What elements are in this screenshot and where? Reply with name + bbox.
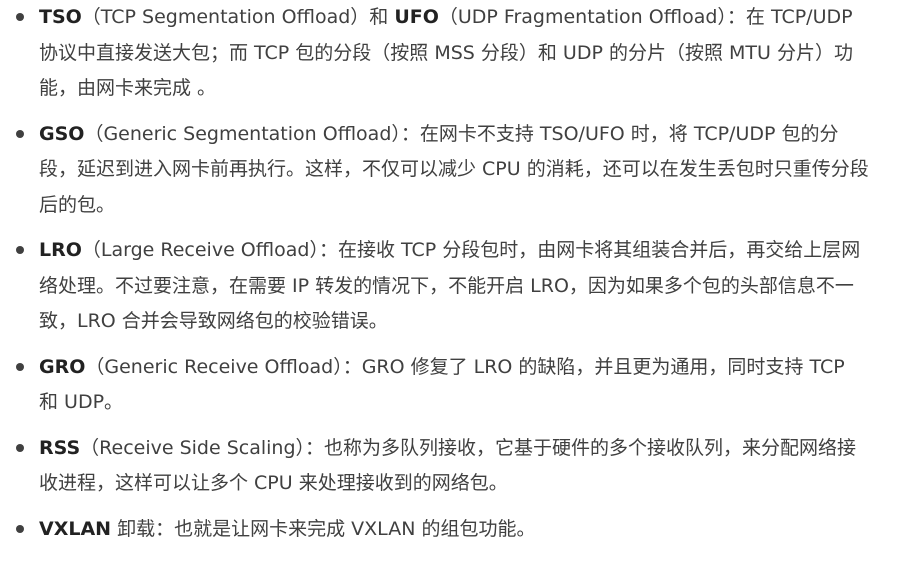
- term-gso: GSO: [39, 122, 85, 145]
- bullet-icon: [16, 362, 24, 371]
- term-gro: GRO: [39, 355, 86, 378]
- desc-gro: （Generic Receive Offload）：GRO 修复了 LRO 的缺…: [39, 355, 845, 414]
- list-item-vxlan: VXLAN 卸载：也就是让网卡来完成 VXLAN 的组包功能。: [0, 512, 897, 548]
- desc-gso: （Generic Segmentation Offload）：在网卡不支持 TS…: [39, 122, 869, 216]
- bullet-icon: [16, 246, 24, 254]
- term-tso: TSO: [39, 6, 82, 28]
- bullet-icon: [16, 13, 24, 21]
- desc-rss: （Receive Side Scaling）：也称为多队列接收，它基于硬件的多个…: [39, 436, 857, 495]
- term-ufo: UFO: [394, 6, 439, 28]
- term-lro: LRO: [39, 239, 82, 261]
- desc-vxlan: 卸载：也就是让网卡来完成 VXLAN 的组包功能。: [111, 517, 536, 540]
- desc-lro: （Large Receive Offload）：在接收 TCP 分段包时，由网卡…: [39, 239, 861, 332]
- desc-tso: （TCP Segmentation Offload）和: [81, 6, 395, 28]
- list-item-tso: TSO（TCP Segmentation Offload）和 UFO（UDP F…: [0, 0, 897, 107]
- bullet-icon: [16, 129, 24, 138]
- term-rss: RSS: [39, 436, 81, 459]
- bullet-icon: [16, 443, 24, 452]
- bullet-icon: [16, 524, 24, 533]
- list-item-lro: LRO（Large Receive Offload）：在接收 TCP 分段包时，…: [0, 233, 897, 340]
- offload-feature-list: TSO（TCP Segmentation Offload）和 UFO（UDP F…: [0, 0, 897, 547]
- list-item-gso: GSO（Generic Segmentation Offload）：在网卡不支持…: [0, 117, 897, 224]
- list-item-rss: RSS（Receive Side Scaling）：也称为多队列接收，它基于硬件…: [0, 431, 897, 502]
- list-item-gro: GRO（Generic Receive Offload）：GRO 修复了 LRO…: [0, 350, 897, 421]
- term-vxlan: VXLAN: [39, 517, 112, 540]
